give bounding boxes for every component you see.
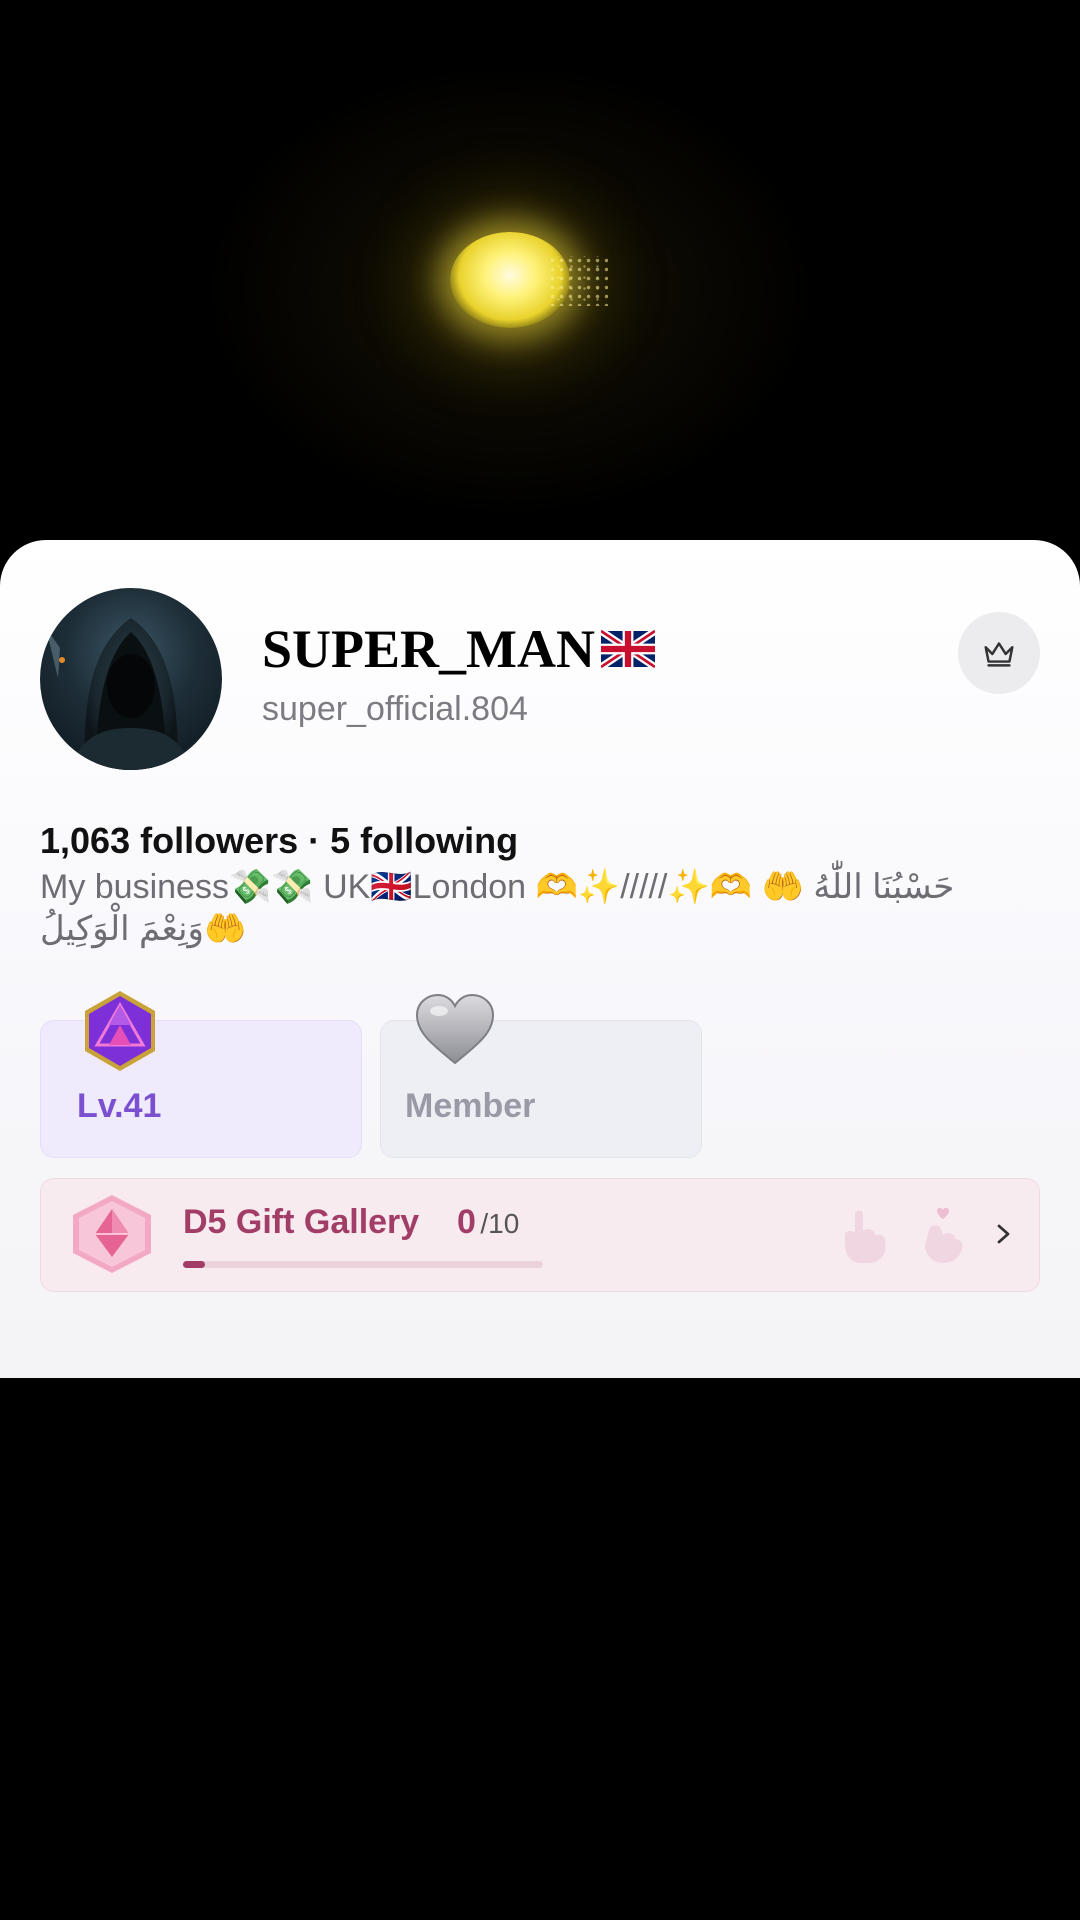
gift-gallery-row[interactable]: D5 Gift Gallery 0 /10 [40,1178,1040,1292]
level-badge-card[interactable]: Lv.41 [40,991,362,1158]
crown-icon [984,642,1014,667]
member-label: Member [405,1087,536,1125]
level-label: Lv.41 [77,1087,162,1125]
sparkle-particles [548,256,608,306]
gallery-progress-fill [183,1261,205,1268]
gallery-progress-bar [183,1261,543,1268]
finger-heart-icon [925,1207,963,1263]
gallery-title: D5 Gift Gallery [183,1203,420,1241]
purple-gem-icon [85,991,155,1071]
gallery-count-current: 0 [457,1203,476,1241]
hand-gift-icon [845,1210,886,1263]
avatar[interactable] [40,588,222,770]
display-name-text: SUPER_MAN [262,619,595,679]
chevron-right-icon [997,1224,1010,1244]
profile-card: SUPER_MAN super_official.804 1,063 follo… [0,540,1080,1378]
crown-button[interactable] [958,612,1040,694]
bio-line-1: My business💸💸 UK🇬🇧London 🫶✨/////✨🫶 🤲 حَس… [40,868,955,906]
gallery-count-total: /10 [480,1208,520,1239]
pink-diamond-icon [73,1195,151,1273]
member-badge-card[interactable]: Member [380,993,702,1158]
uk-flag-icon [601,630,655,668]
hooded-figure-image [46,618,192,770]
bio-line-2: وَنِعْمَ الْوَكِيلُ🤲 [40,910,247,948]
gray-heart-icon [415,993,495,1065]
screen: SUPER_MAN super_official.804 1,063 follo… [0,0,1080,1920]
username-handle: super_official.804 [262,690,528,728]
follow-stats[interactable]: 1,063 followers · 5 following [40,820,518,862]
gallery-count: 0 /10 [457,1203,519,1242]
display-name: SUPER_MAN [262,618,655,680]
